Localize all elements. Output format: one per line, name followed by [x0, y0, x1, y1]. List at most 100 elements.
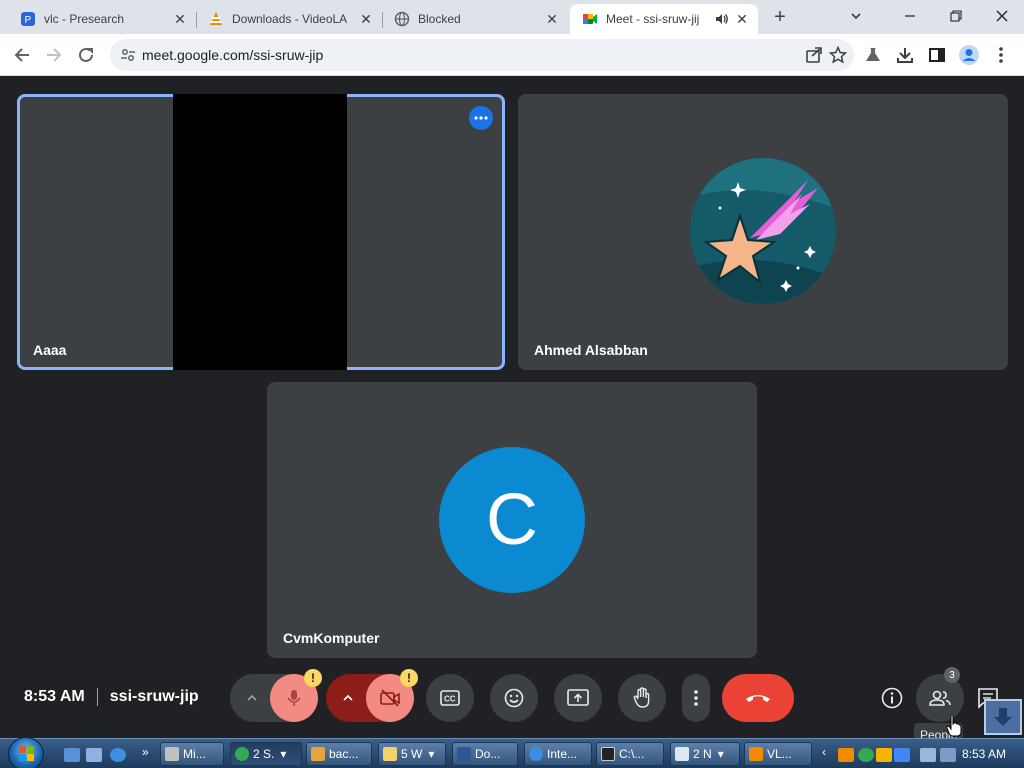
more-options-button[interactable]: [682, 674, 710, 722]
quick-launch-overflow-icon[interactable]: »: [142, 745, 149, 759]
more-options-icon[interactable]: [469, 106, 493, 130]
close-tab-icon[interactable]: ✕: [734, 11, 750, 27]
minimize-icon[interactable]: [890, 2, 930, 30]
emoji-icon: [504, 688, 524, 708]
reload-icon[interactable]: [74, 43, 98, 67]
tab-videolan-downloads[interactable]: Downloads - VideoLA ✕: [196, 4, 383, 34]
taskbar-item[interactable]: bac...: [306, 742, 372, 766]
tab-title: Meet - ssi-sruw-jij: [606, 12, 700, 26]
divider: [96, 688, 98, 706]
present-screen-button[interactable]: [554, 674, 602, 722]
taskbar-item-label: C:\...: [619, 747, 645, 761]
close-tab-icon[interactable]: ✕: [358, 11, 374, 27]
tray-app-icon[interactable]: [858, 748, 874, 762]
internet-explorer-icon: [529, 747, 543, 761]
video-settings-chevron-icon[interactable]: [326, 674, 370, 722]
vlc-cone-icon: [749, 747, 763, 761]
address-bar[interactable]: meet.google.com/ssi-sruw-jip: [110, 39, 854, 71]
participant-name: Ahmed Alsabban: [534, 342, 648, 358]
vlc-cone-icon: [208, 11, 224, 27]
taskbar-item[interactable]: C:\...: [596, 742, 664, 766]
taskbar-item[interactable]: Do...: [452, 742, 518, 766]
tab-title: Blocked: [418, 12, 461, 26]
site-info-icon[interactable]: [120, 47, 136, 68]
show-desktop-icon[interactable]: [64, 748, 80, 762]
people-count-badge: 3: [944, 667, 960, 683]
taskbar-item[interactable]: Inte...: [524, 742, 592, 766]
taskbar-item[interactable]: Mi...: [160, 742, 224, 766]
taskbar-item[interactable]: 2 S. ▾: [230, 742, 302, 766]
shooting-star-avatar-icon: [690, 158, 836, 304]
labs-flask-icon[interactable]: [862, 44, 884, 66]
hang-up-icon: [746, 695, 770, 702]
captions-button[interactable]: CC: [426, 674, 474, 722]
command-prompt-icon: [601, 747, 615, 761]
windows-taskbar: » Mi... 2 S. ▾ bac... 5 W ▾ Do... Inte... …: [0, 737, 1024, 768]
participant-tile-aaaa[interactable]: Aaaa: [17, 94, 505, 370]
group-chevron-icon: ▾: [428, 747, 435, 761]
raise-hand-button[interactable]: [618, 674, 666, 722]
word-icon: [457, 747, 471, 761]
meeting-code[interactable]: ssi-sruw-jip: [110, 688, 199, 706]
tray-vlc-icon[interactable]: [838, 748, 854, 762]
folder-icon: [383, 747, 397, 761]
switch-windows-icon[interactable]: [86, 748, 102, 762]
taskbar-item-label: Mi...: [183, 747, 206, 761]
taskbar-item[interactable]: VL...: [744, 742, 812, 766]
taskbar-item-label: 5 W: [401, 747, 423, 761]
download-icon[interactable]: [894, 44, 916, 66]
meeting-details-button[interactable]: [868, 674, 916, 722]
new-tab-plus-icon[interactable]: +: [768, 6, 792, 30]
avatar-initial: C: [439, 447, 585, 593]
download-overlay-icon[interactable]: [984, 699, 1022, 735]
tray-expand-chevron-icon[interactable]: ‹: [822, 745, 826, 759]
mic-warning-badge: !: [304, 669, 322, 687]
taskbar-clock[interactable]: 8:53 AM: [962, 747, 1006, 761]
group-chevron-icon: ▾: [280, 747, 287, 761]
browser-menu-kebab-icon[interactable]: [990, 44, 1012, 66]
taskbar-item[interactable]: 5 W ▾: [378, 742, 446, 766]
participant-tile-cvmkomputer[interactable]: C CvmKomputer: [267, 382, 757, 658]
tray-flag-icon[interactable]: [894, 748, 910, 762]
tab-strip: P vlc - Presearch ✕ Downloads - VideoLA …: [0, 0, 1024, 34]
leave-call-button[interactable]: [722, 674, 794, 722]
url-text[interactable]: meet.google.com/ssi-sruw-jip: [142, 47, 323, 63]
taskbar-item[interactable]: 2 N ▾: [670, 742, 740, 766]
forward-arrow-icon[interactable]: [42, 43, 66, 67]
tab-title: vlc - Presearch: [44, 12, 125, 26]
mic-icon: [287, 690, 301, 706]
audio-settings-chevron-icon[interactable]: [230, 674, 274, 722]
reactions-button[interactable]: [490, 674, 538, 722]
profile-avatar-icon[interactable]: [958, 44, 980, 66]
share-icon[interactable]: [804, 45, 824, 65]
side-panel-icon[interactable]: [926, 44, 948, 66]
svg-text:CC: CC: [444, 695, 456, 704]
restore-icon[interactable]: [936, 2, 976, 30]
group-chevron-icon: ▾: [717, 747, 724, 761]
bookmark-star-icon[interactable]: [828, 45, 848, 65]
camera-warning-badge: !: [400, 669, 418, 687]
tab-meet[interactable]: Meet - ssi-sruw-jij ✕: [570, 4, 758, 34]
tab-blocked[interactable]: Blocked ✕: [382, 4, 568, 34]
screen: P vlc - Presearch ✕ Downloads - VideoLA …: [0, 0, 1024, 768]
participant-tile-ahmed-alsabban[interactable]: Ahmed Alsabban: [518, 94, 1008, 370]
taskbar-item-label: Do...: [475, 747, 501, 761]
back-arrow-icon[interactable]: [10, 43, 34, 67]
camera-off-icon: [380, 689, 400, 707]
close-tab-icon[interactable]: ✕: [544, 11, 560, 27]
globe-icon: [394, 11, 410, 27]
participant-name: Aaaa: [33, 342, 67, 358]
tab-search-chevron-icon[interactable]: [836, 2, 876, 30]
close-window-icon[interactable]: [982, 2, 1022, 30]
tab-presearch[interactable]: P vlc - Presearch ✕: [8, 4, 197, 34]
start-orb-icon[interactable]: [8, 737, 44, 768]
tray-shield-icon[interactable]: [876, 748, 892, 762]
internet-explorer-icon[interactable]: [110, 748, 126, 762]
tray-network-icon[interactable]: [920, 748, 936, 762]
close-tab-icon[interactable]: ✕: [172, 11, 188, 27]
speaker-playing-icon[interactable]: [714, 11, 730, 27]
tray-volume-muted-icon[interactable]: [940, 748, 956, 762]
meet-stage: Aaaa Ahmed Alsabban C CvmKomputer 8:53 A…: [0, 77, 1024, 747]
chrome-icon: [235, 747, 249, 761]
notepad-icon: [675, 747, 689, 761]
